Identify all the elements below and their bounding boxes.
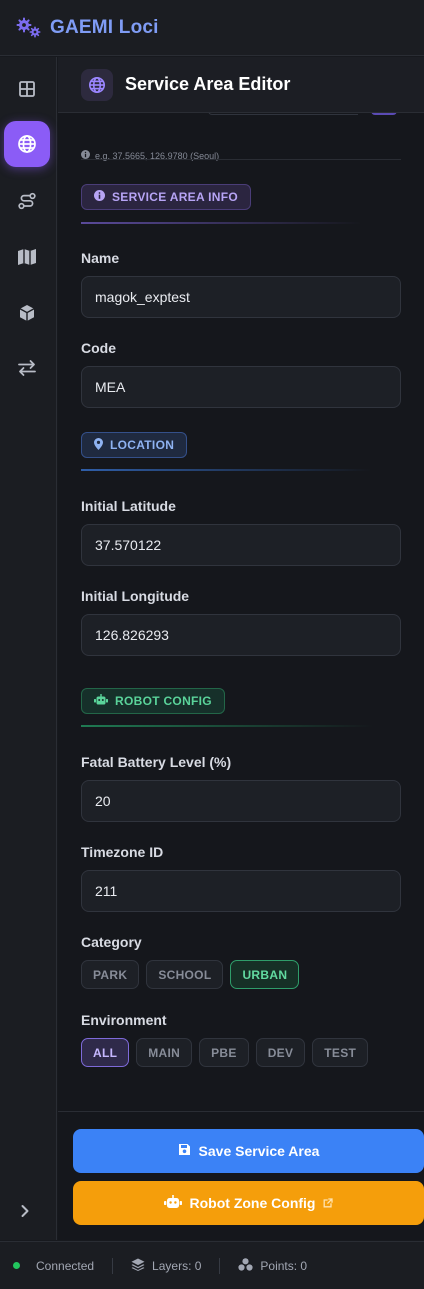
rail-item-service-area[interactable] (4, 121, 50, 167)
nav-rail (0, 57, 57, 1240)
environment-chip-pbe[interactable]: PBE (199, 1038, 249, 1067)
app-title: GAEMI Loci (50, 16, 159, 38)
timezone-id-input[interactable] (81, 870, 401, 912)
initial-longitude-label: Initial Longitude (81, 588, 190, 604)
status-separator (112, 1257, 114, 1274)
globe-icon (17, 134, 37, 154)
section-tag-robot-config: ROBOT CONFIG (81, 688, 225, 714)
footer-divider (58, 1111, 424, 1112)
robot-icon (163, 1194, 182, 1212)
initial-longitude-input[interactable] (81, 614, 401, 656)
layers-count-text: Layers: 0 (152, 1258, 202, 1273)
grid-icon (18, 80, 36, 98)
save-service-area-label: Save Service Area (198, 1143, 320, 1159)
chevron-right-icon (20, 1204, 30, 1223)
category-chip-school[interactable]: SCHOOL (146, 960, 224, 989)
environment-chip-dev[interactable]: DEV (255, 1038, 306, 1067)
fatal-battery-label: Fatal Battery Level (%) (81, 754, 232, 770)
code-input[interactable] (81, 366, 401, 408)
cube-icon (18, 304, 36, 322)
status-bar: Connected Layers: 0 Points: 0 (0, 1241, 424, 1289)
rail-item-routes[interactable] (4, 178, 50, 224)
rail-item-transfer[interactable] (4, 345, 50, 391)
layers-icon (131, 1258, 145, 1274)
environment-chip-all[interactable]: ALL (81, 1038, 130, 1067)
robot-icon (94, 693, 108, 709)
code-label: Code (81, 340, 116, 356)
initial-latitude-label: Initial Latitude (81, 498, 176, 514)
rail-expand-button[interactable] (14, 1202, 36, 1224)
section-tag-location: LOCATION (81, 432, 188, 458)
external-link-icon (323, 1195, 334, 1211)
points-count: Points: 0 (238, 1257, 308, 1274)
app-header: GAEMI Loci (0, 0, 424, 56)
robot-zone-config-label: Robot Zone Config (189, 1195, 316, 1211)
save-icon (178, 1143, 191, 1159)
gears-logo-icon (16, 17, 42, 39)
category-label: Category (81, 934, 142, 950)
connection-status-text: Connected (36, 1258, 95, 1273)
editor-title: Service Area Editor (125, 74, 291, 94)
section-label: ROBOT CONFIG (115, 694, 212, 708)
environment-chip-main[interactable]: MAIN (136, 1038, 193, 1067)
fatal-battery-input[interactable] (81, 780, 401, 822)
initial-latitude-input[interactable] (81, 524, 401, 566)
rail-item-dashboard[interactable] (4, 66, 50, 112)
route-icon (17, 191, 37, 211)
save-service-area-button[interactable]: Save Service Area (73, 1129, 424, 1173)
environment-chips: ALL MAIN PBE DEV TEST (81, 1038, 369, 1067)
timezone-id-label: Timezone ID (81, 844, 164, 860)
section-underline (81, 725, 373, 727)
section-underline (81, 222, 361, 224)
layers-count: Layers: 0 (131, 1258, 201, 1274)
section-tag-service-area-info: SERVICE AREA INFO (81, 184, 252, 210)
category-chips: PARK SCHOOL URBAN (81, 960, 300, 989)
name-input[interactable] (81, 276, 401, 318)
section-label: SERVICE AREA INFO (112, 190, 239, 204)
editor-header: Service Area Editor (58, 57, 424, 113)
robot-zone-config-button[interactable]: Robot Zone Config (73, 1181, 424, 1225)
divider (81, 159, 401, 160)
map-icon (17, 248, 37, 266)
status-separator (219, 1257, 221, 1274)
section-underline (81, 469, 371, 471)
name-label: Name (81, 250, 120, 266)
globe-icon (81, 68, 113, 101)
swap-arrows-icon (17, 359, 37, 377)
rail-item-objects[interactable] (4, 290, 50, 336)
map-pin-icon (94, 437, 103, 453)
connection-status: Connected (13, 1259, 94, 1273)
environment-chip-test[interactable]: TEST (312, 1038, 369, 1067)
points-count-text: Points: 0 (260, 1258, 308, 1273)
environment-label: Environment (81, 1012, 167, 1028)
category-chip-urban[interactable]: URBAN (230, 960, 300, 989)
service-area-editor: Service Area Editor e.g. 37.5665, 126.97… (58, 57, 424, 1240)
connection-indicator-dot (13, 1262, 20, 1269)
rail-item-map[interactable] (4, 234, 50, 280)
points-cluster-icon (238, 1257, 254, 1274)
section-label: LOCATION (110, 438, 175, 452)
category-chip-park[interactable]: PARK (81, 960, 140, 989)
info-icon (94, 190, 105, 204)
